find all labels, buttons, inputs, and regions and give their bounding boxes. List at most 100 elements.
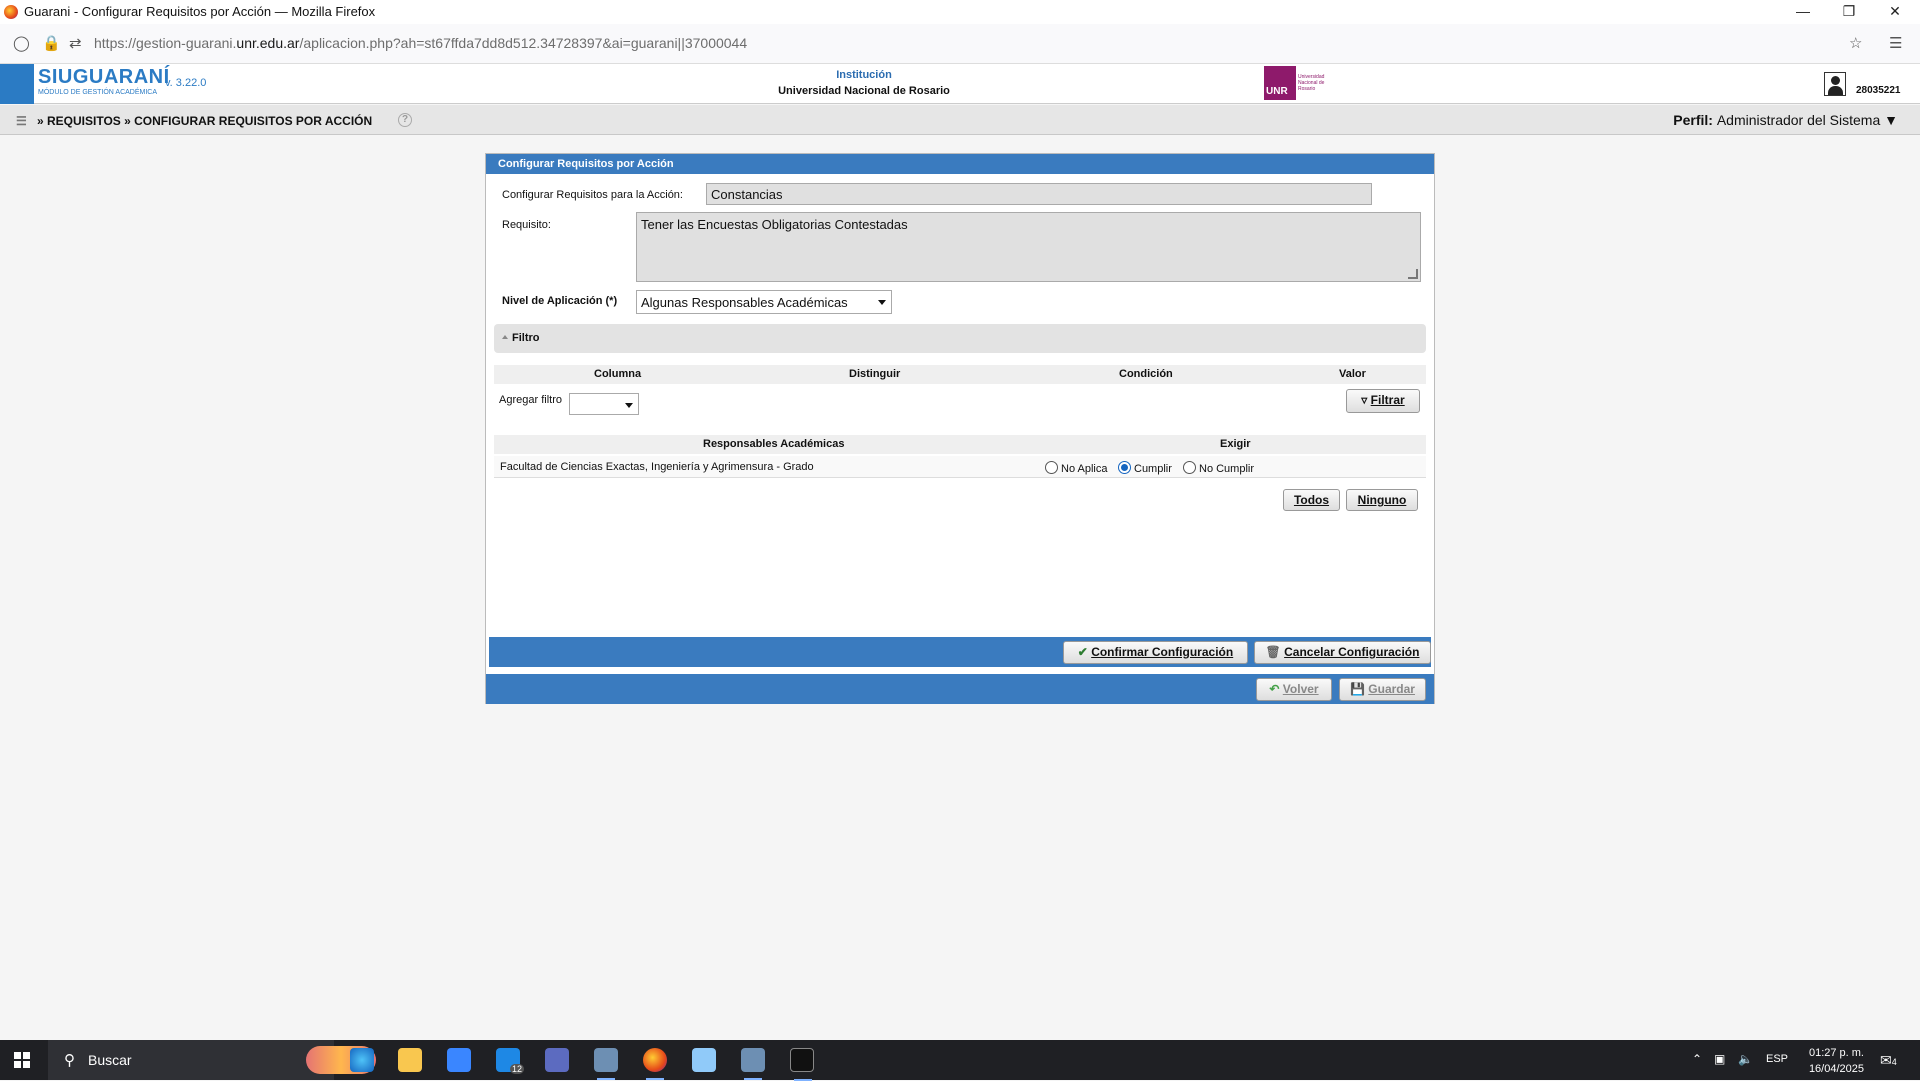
mail-badge: 12 <box>509 1064 524 1074</box>
help-icon[interactable]: ? <box>398 113 412 127</box>
firefox-taskbar-icon[interactable] <box>643 1048 667 1080</box>
menu-list-icon[interactable]: ☰ <box>16 114 27 128</box>
col-valor: Valor <box>1339 368 1366 380</box>
search-icon: ⚲ <box>64 1052 75 1069</box>
cancelar-configuracion-button[interactable]: 🗑 Cancelar Configuración <box>1254 641 1431 664</box>
col-exigir: Exigir <box>1220 438 1251 450</box>
agregar-filtro-select[interactable] <box>569 393 639 415</box>
clock-date: 16/04/2025 <box>1808 1063 1864 1075</box>
url-bar: ◯ 🔒 ⇄ https://gestion-guarani.unr.edu.ar… <box>0 24 1920 64</box>
col-responsables: Responsables Académicas <box>703 438 845 450</box>
store-icon[interactable] <box>447 1048 471 1072</box>
confirmar-configuracion-button[interactable]: ✔ Confirmar Configuración <box>1063 641 1248 664</box>
volume-icon[interactable]: 🔈 <box>1738 1052 1753 1066</box>
postgres-icon[interactable] <box>594 1048 618 1080</box>
perfil-selector[interactable]: Perfil: Administrador del Sistema ▼ <box>1673 112 1898 128</box>
responsable-name: Facultad de Ciencias Exactas, Ingeniería… <box>500 461 814 473</box>
taskbar-search-label: Buscar <box>88 1052 132 1068</box>
windows-start-icon[interactable] <box>14 1052 30 1068</box>
nivel-select[interactable]: Algunas Responsables Académicas <box>636 290 892 314</box>
back-arrow-icon: ↶ <box>1269 682 1280 696</box>
accion-field[interactable]: Constancias <box>706 183 1372 205</box>
notification-count: 4 <box>1891 1057 1897 1067</box>
radio-no-aplica-label: No Aplica <box>1061 463 1108 475</box>
clock-time: 01:27 p. m. <box>1808 1047 1864 1059</box>
todos-button-label: Todos <box>1293 493 1330 507</box>
permissions-icon[interactable]: ⇄ <box>69 34 82 52</box>
version-label: v. 3.22.0 <box>165 77 207 89</box>
todos-button[interactable]: Todos <box>1283 489 1340 511</box>
minimize-button[interactable]: — <box>1780 0 1826 24</box>
requisito-label: Requisito: <box>502 219 551 231</box>
clock[interactable]: 01:27 p. m. 16/04/2025 <box>1800 1045 1864 1077</box>
edge-icon[interactable] <box>350 1048 374 1072</box>
editor-icon[interactable] <box>692 1048 716 1072</box>
network-icon[interactable]: ▣ <box>1714 1052 1725 1066</box>
chevron-up-icon[interactable]: ⌃ <box>1692 1052 1702 1066</box>
filter-funnel-icon: ▿ <box>1361 393 1368 407</box>
language-indicator[interactable]: ESP <box>1766 1053 1788 1065</box>
app-icon[interactable] <box>545 1048 569 1072</box>
unr-logo-mark: UNR <box>1264 66 1296 100</box>
ninguno-button-label: Ninguno <box>1357 493 1407 507</box>
chevron-down-icon: ▼ <box>1884 112 1898 128</box>
url-field[interactable]: https://gestion-guarani.unr.edu.ar/aplic… <box>94 35 747 51</box>
agregar-filtro-label: Agregar filtro <box>499 394 562 406</box>
col-distinguir: Distinguir <box>849 368 901 380</box>
shield-icon[interactable]: ◯ <box>13 34 30 52</box>
mail-icon[interactable]: 12 <box>496 1048 524 1074</box>
radio-no-cumplir[interactable] <box>1183 461 1196 474</box>
lock-icon[interactable]: 🔒 <box>42 34 61 52</box>
nivel-label: Nivel de Aplicación (*) <box>502 295 618 307</box>
radio-no-cumplir-label: No Cumplir <box>1199 463 1255 475</box>
app-header: SIUGUARANÍ Módulo de Gestión Académica v… <box>0 64 1920 104</box>
resize-grip-icon[interactable] <box>1408 269 1418 279</box>
radio-cumplir[interactable] <box>1118 461 1131 474</box>
radio-no-aplica[interactable] <box>1045 461 1058 474</box>
institution-label: Institución <box>836 69 892 81</box>
col-condicion: Condición <box>1119 368 1173 380</box>
filtrar-button[interactable]: ▿ Filtrar <box>1346 389 1420 413</box>
restore-button[interactable]: ❐ <box>1826 0 1872 24</box>
ninguno-button[interactable]: Ninguno <box>1346 489 1418 511</box>
breadcrumb-bar: ☰ » REQUISITOS » CONFIGURAR REQUISITOS P… <box>0 105 1920 135</box>
siu-logo-text: SIUGUARANÍ <box>38 66 170 88</box>
panel-title: Configurar Requisitos por Acción <box>486 154 1434 174</box>
bookmark-star-icon[interactable]: ☆ <box>1849 34 1862 52</box>
filtro-title: Filtro <box>512 332 540 344</box>
checkmark-icon: ✔ <box>1077 645 1088 659</box>
collapse-icon <box>502 335 508 339</box>
chevron-down-icon <box>625 403 633 408</box>
user-id: 28035221 <box>1856 85 1901 96</box>
perfil-value: Administrador del Sistema <box>1716 112 1881 128</box>
postgres-icon-2[interactable] <box>741 1048 765 1080</box>
close-window-button[interactable]: ✕ <box>1872 0 1918 24</box>
siu-logo-subtitle: Módulo de Gestión Académica <box>38 89 158 96</box>
save-disk-icon: 💾 <box>1350 682 1365 696</box>
config-panel: Configurar Requisitos por Acción Configu… <box>485 153 1435 704</box>
filtro-section-header[interactable]: Filtro <box>494 324 1426 353</box>
volver-button[interactable]: ↶ Volver <box>1256 678 1332 701</box>
institution-name: Universidad Nacional de Rosario <box>778 85 950 97</box>
notification-icon[interactable]: ✉4 <box>1880 1052 1897 1069</box>
user-avatar-icon[interactable] <box>1824 72 1846 96</box>
responsables-table-header: Responsables Académicas Exigir <box>494 435 1426 454</box>
breadcrumb[interactable]: » REQUISITOS » CONFIGURAR REQUISITOS POR… <box>37 114 372 128</box>
guardar-button-label: Guardar <box>1368 682 1415 696</box>
taskbar: ⚲ Buscar 12 ⌃ ▣ 🔈 ESP 01:27 p. m. 16/04/… <box>0 1040 1920 1081</box>
file-explorer-icon[interactable] <box>398 1048 422 1072</box>
table-row: Facultad de Ciencias Exactas, Ingeniería… <box>494 456 1426 478</box>
terminal-icon[interactable] <box>790 1048 814 1081</box>
confirm-bar: ✔ Confirmar Configuración 🗑 Cancelar Con… <box>489 637 1431 667</box>
taskbar-search[interactable]: ⚲ Buscar <box>48 1040 376 1080</box>
perfil-label: Perfil: <box>1673 112 1713 128</box>
trash-icon: 🗑 <box>1265 645 1281 659</box>
hamburger-menu-icon[interactable]: ☰ <box>1889 34 1902 52</box>
unr-logo: UNR Universidad Nacional de Rosario <box>1264 66 1334 100</box>
guardar-button[interactable]: 💾 Guardar <box>1339 678 1426 701</box>
chevron-down-icon <box>878 300 886 305</box>
requisito-value: Tener las Encuestas Obligatorias Contest… <box>641 217 908 232</box>
siu-logo-mark <box>0 64 34 104</box>
confirmar-button-label: Confirmar Configuración <box>1091 645 1234 659</box>
requisito-textarea[interactable]: Tener las Encuestas Obligatorias Contest… <box>636 212 1421 282</box>
